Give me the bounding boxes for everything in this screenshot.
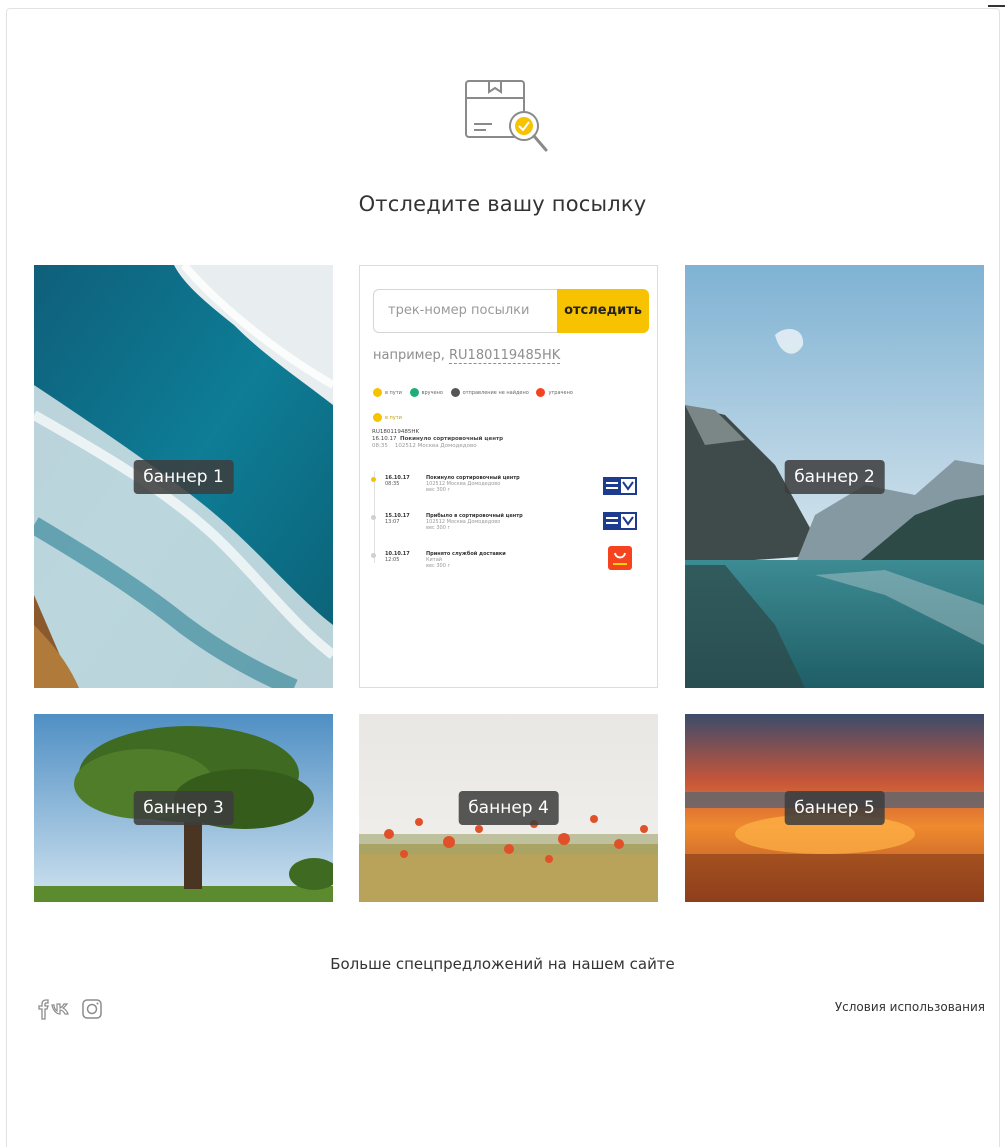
example-text: например, RU180119485HK (373, 348, 561, 364)
current-status: в пути (373, 413, 402, 422)
gray-dot-icon (450, 388, 460, 397)
banner-3[interactable]: баннер 3 (34, 714, 333, 902)
track-number-input[interactable]: трек-номер посылки (373, 289, 557, 333)
banner-3-label: баннер 3 (133, 791, 234, 825)
timeline-dot-icon (371, 553, 376, 558)
russian-post-logo-icon (603, 477, 637, 495)
banner-4[interactable]: баннер 4 (359, 714, 658, 902)
summary-date: 16.10.17 (372, 436, 397, 442)
aliexpress-logo-icon (608, 546, 632, 570)
timeline-dot-icon (371, 477, 376, 482)
window-edge (988, 5, 1005, 7)
parcel-search-icon (465, 80, 548, 152)
tracking-widget: трек-номер посылки отследить например, R… (359, 265, 658, 688)
track-button[interactable]: отследить (557, 289, 649, 333)
banner-1-label: баннер 1 (133, 459, 234, 494)
status-legend: в пути вручено отправление не найдено ут… (373, 388, 579, 397)
page-title: Отследите вашу посылку (358, 192, 647, 216)
summary-time: 08:35 (372, 443, 388, 449)
summary-place: 102512 Москва Домодедово (394, 443, 477, 449)
legend-lost: утрачено (536, 388, 573, 397)
red-dot-icon (536, 388, 546, 397)
summary-track: RU180119485HK (372, 429, 420, 435)
facebook-icon[interactable] (38, 999, 49, 1020)
tracking-summary: RU180119485HK 16.10.17 Покинуло сортиров… (372, 429, 503, 450)
russian-post-logo-icon (603, 512, 637, 530)
vk-icon[interactable] (51, 1003, 69, 1015)
social-links (34, 998, 106, 1020)
yellow-dot-icon (373, 388, 382, 397)
green-dot-icon (409, 388, 419, 397)
banner-4-label: баннер 4 (458, 791, 559, 825)
status-dot-icon (373, 413, 382, 422)
banner-5[interactable]: баннер 5 (685, 714, 984, 902)
legend-in-transit: в пути (373, 388, 402, 397)
banner-1[interactable]: баннер 1 (34, 265, 333, 688)
more-offers-link[interactable]: Больше спецпредложений на нашем сайте (0, 955, 1005, 973)
banner-2-label: баннер 2 (784, 459, 885, 494)
legend-delivered: вручено (409, 388, 443, 397)
example-prefix: например, (373, 348, 449, 363)
banner-2[interactable]: баннер 2 (685, 265, 984, 688)
instagram-icon[interactable] (82, 999, 102, 1019)
example-number-link[interactable]: RU180119485HK (449, 348, 561, 364)
summary-title: Покинуло сортировочный центр (400, 436, 504, 442)
banner-5-label: баннер 5 (784, 791, 885, 825)
timeline-dot-icon (371, 515, 376, 520)
legend-not-found: отправление не найдено (450, 388, 529, 397)
terms-link[interactable]: Условия использования (835, 1000, 985, 1014)
